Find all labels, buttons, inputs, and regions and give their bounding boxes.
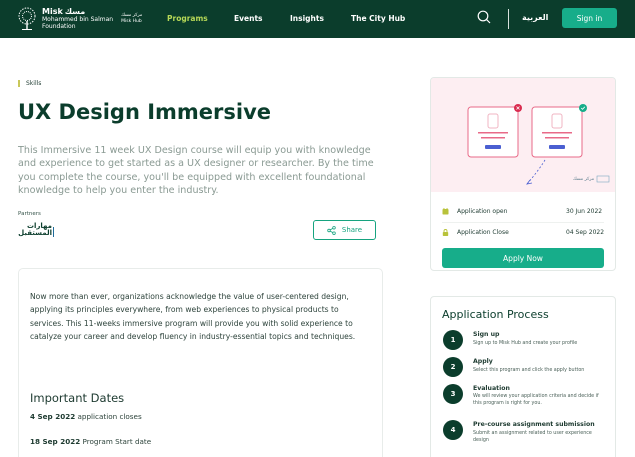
date-row: 4 Sep 2022 application closes [30, 412, 142, 421]
illustration-brand-text: مركز مسك [573, 177, 595, 182]
language-switch[interactable]: العربية [522, 13, 548, 22]
nav-programs[interactable]: Programs [167, 14, 208, 23]
sign-in-button[interactable]: Sign in [562, 8, 617, 28]
calendar-icon [442, 208, 449, 215]
date-label: Program Start date [82, 437, 152, 446]
application-forms-illustration [467, 104, 610, 185]
logo-arabic: مسك [64, 7, 86, 16]
program-title: UX Design Immersive [18, 100, 272, 124]
misk-logo[interactable]: Misk مسك Mohammed bin Salman Foundation … [16, 7, 142, 31]
step-title: Sign up [473, 331, 500, 338]
application-open-date: 30 Jun 2022 [566, 208, 603, 215]
date-label: application closes [77, 412, 142, 421]
program-description: This Immersive 11 week UX Design course … [18, 145, 374, 197]
logo-name: Misk [42, 7, 63, 16]
application-card: مركز مسك [430, 77, 616, 271]
application-divider [442, 222, 604, 223]
program-body-text: Now more than ever, organizations acknow… [30, 292, 356, 342]
step-title: Evaluation [473, 385, 510, 392]
application-close-date: 04 Sep 2022 [566, 229, 605, 236]
partner-logo-line-2: المستقبل [18, 229, 52, 237]
step-number-badge: 3 [443, 384, 463, 404]
hub-english: Misk Hub [121, 19, 142, 24]
application-close-label: Application Close [457, 229, 509, 236]
step-title: Pre-course assignment submission [473, 421, 595, 428]
step-description: Submit an assignment related to user exp… [473, 431, 592, 444]
step-title: Apply [473, 358, 493, 365]
logo-sub-2: Foundation [42, 23, 76, 30]
step-description: Sign up to Misk Hub and create your prof… [473, 341, 578, 346]
important-dates-title: Important Dates [30, 391, 125, 405]
share-button[interactable]: Share [313, 220, 376, 240]
date-value: 18 Sep 2022 [30, 437, 81, 446]
date-row: 18 Sep 2022 Program Start date [30, 437, 151, 446]
step-number-badge: 1 [443, 330, 463, 350]
application-open-row: Application open [442, 208, 507, 215]
category-tag: Skills [18, 80, 41, 87]
logo-sub-1: Mohammed bin Salman [42, 16, 114, 23]
application-open-label: Application open [457, 208, 508, 215]
application-close-row: Application Close [442, 229, 509, 236]
share-label: Share [341, 226, 363, 234]
nav-events[interactable]: Events [234, 14, 263, 23]
lock-icon [442, 229, 449, 236]
application-illustration: مركز مسك [431, 78, 615, 192]
step-number-badge: 4 [443, 420, 463, 440]
step-number-badge: 2 [443, 357, 463, 377]
apply-now-button[interactable]: Apply Now [442, 248, 604, 268]
share-icon [327, 225, 336, 235]
nav-insights[interactable]: Insights [290, 14, 324, 23]
date-value: 4 Sep 2022 [30, 412, 76, 421]
application-process-title: Application Process [442, 308, 549, 321]
nav-city-hub[interactable]: The City Hub [351, 14, 405, 23]
step-description: Select this program and click the apply … [473, 368, 585, 373]
partners-label: Partners [18, 211, 41, 217]
top-navigation-bar: Misk مسك Mohammed bin Salman Foundation … [0, 0, 635, 38]
search-icon[interactable] [477, 10, 491, 24]
tree-logo-icon [18, 7, 36, 30]
step-description: We will review your application criteria… [473, 394, 599, 407]
header-divider [508, 9, 509, 29]
partner-logo[interactable]: مهارات المستقبل [18, 223, 54, 237]
partner-logo-bar [52, 227, 54, 237]
